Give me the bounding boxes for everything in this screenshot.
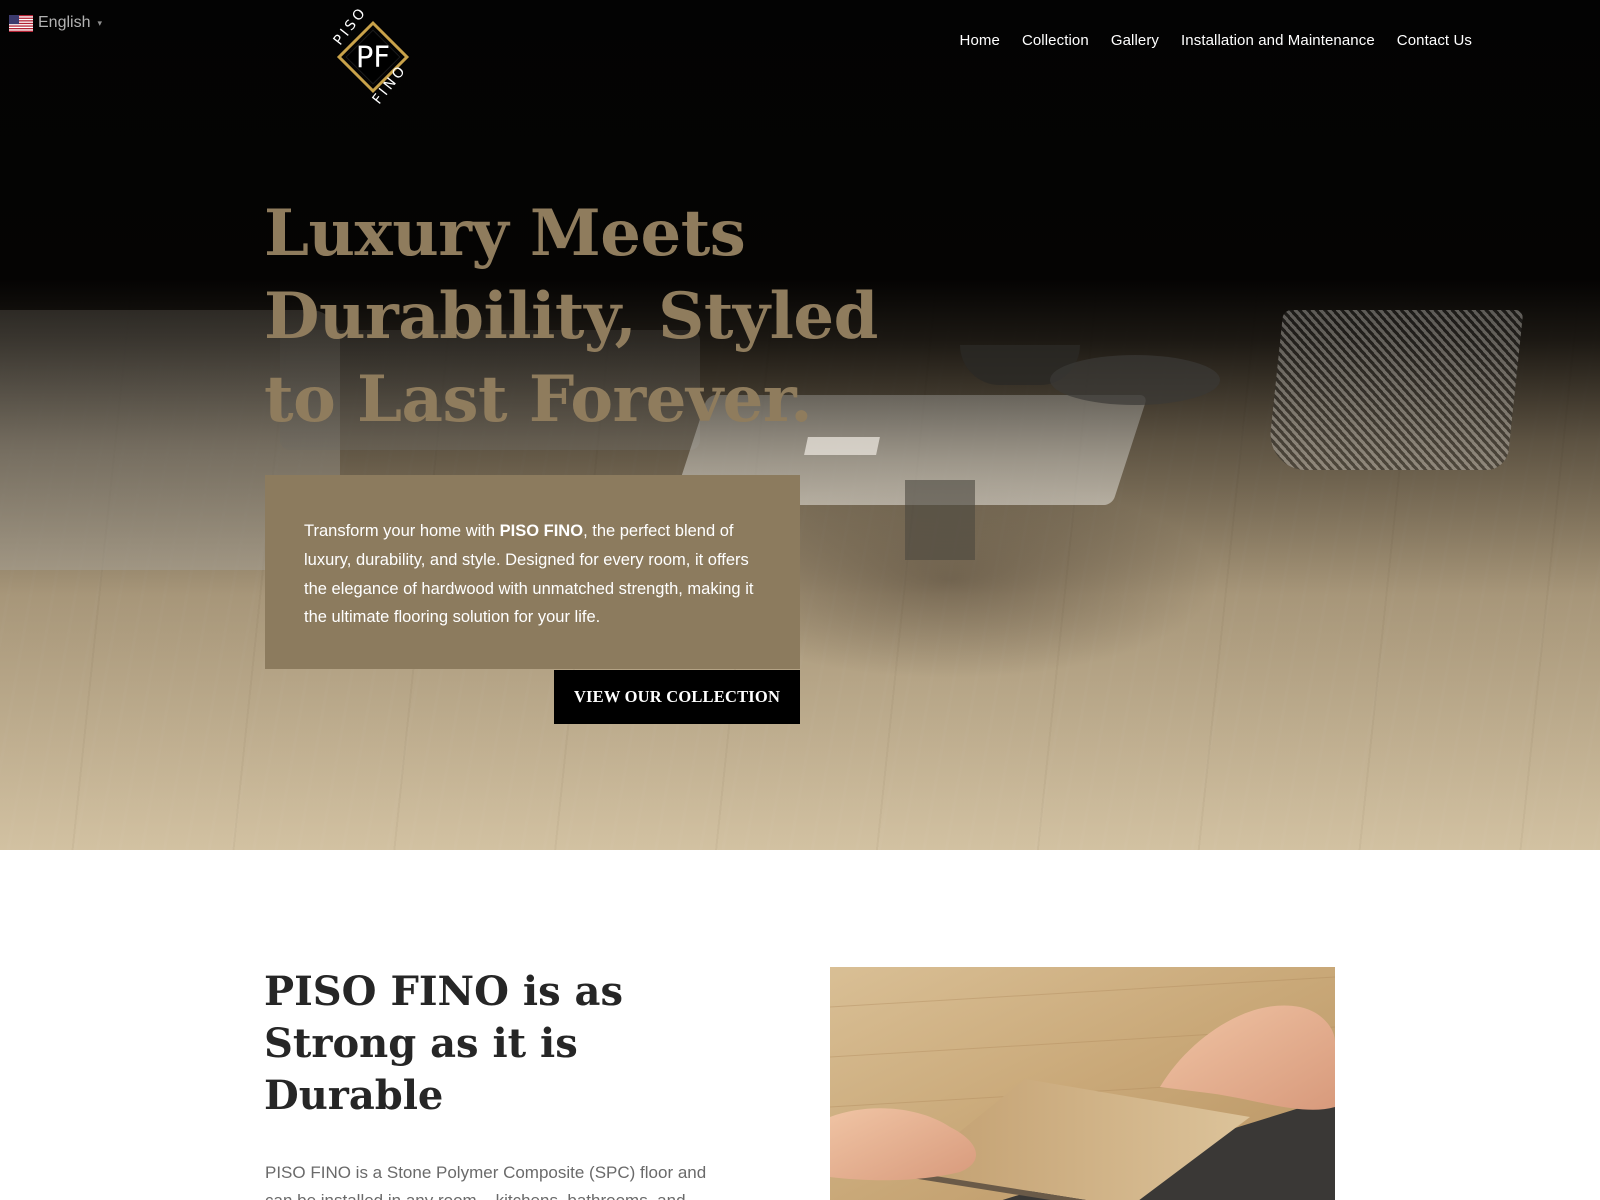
hero-brand-name: PISO FINO: [499, 522, 584, 540]
hero-section: English ▾ PF PISO FINO Home Collection G…: [0, 0, 1600, 850]
chevron-down-icon: ▾: [97, 17, 103, 28]
hero-tray-image: [1050, 355, 1220, 405]
flooring-installation-image: [830, 967, 1335, 1200]
nav-installation-maintenance[interactable]: Installation and Maintenance: [1181, 32, 1375, 49]
language-selector[interactable]: English ▾: [9, 14, 102, 32]
language-label: English: [38, 14, 91, 31]
hero-table-leg-image: [905, 480, 975, 560]
main-navigation: Home Collection Gallery Installation and…: [960, 32, 1472, 49]
hero-description-box: Transform your home with PISO FINO, the …: [265, 475, 800, 669]
view-collection-button[interactable]: VIEW OUR COLLECTION: [554, 670, 800, 724]
hero-description: Transform your home with PISO FINO, the …: [304, 517, 760, 632]
us-flag-icon: [9, 14, 33, 32]
hero-headline: Luxury Meets Durability, Styled to Last …: [264, 196, 878, 437]
nav-home[interactable]: Home: [960, 32, 1000, 49]
piso-fino-logo[interactable]: PF PISO FINO: [318, 4, 428, 110]
nav-contact-us[interactable]: Contact Us: [1397, 32, 1472, 49]
logo-monogram: PF: [356, 40, 390, 74]
nav-gallery[interactable]: Gallery: [1111, 32, 1159, 49]
hero-text-intro: Transform your home with: [304, 522, 500, 540]
section-title: PISO FINO is as Strong as it is Durable: [264, 968, 623, 1119]
nav-collection[interactable]: Collection: [1022, 32, 1089, 49]
hero-throw-blanket-image: [1266, 310, 1524, 470]
section-body: PISO FINO is a Stone Polymer Composite (…: [265, 1163, 707, 1200]
